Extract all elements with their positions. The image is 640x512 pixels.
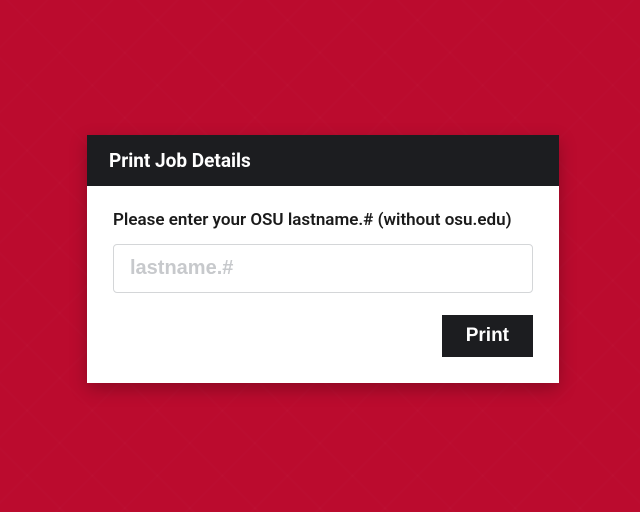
- print-job-dialog: Print Job Details Please enter your OSU …: [87, 135, 559, 383]
- dialog-title: Print Job Details: [87, 135, 559, 186]
- username-input[interactable]: [113, 244, 533, 293]
- dialog-body: Please enter your OSU lastname.# (withou…: [87, 186, 559, 383]
- dialog-actions: Print: [113, 315, 533, 357]
- print-button[interactable]: Print: [442, 315, 533, 357]
- username-prompt: Please enter your OSU lastname.# (withou…: [113, 210, 533, 230]
